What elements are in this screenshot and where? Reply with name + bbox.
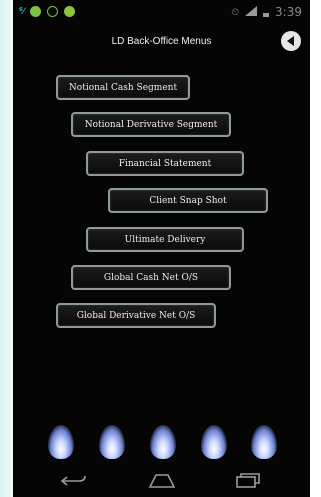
battery-icon [263,13,270,17]
home-nav-icon[interactable] [148,472,176,492]
back-nav-icon[interactable] [60,472,87,492]
phone-screen: ⁶⁄ ⏲ 3:39 LD Back-Office Menus Notional … [13,0,310,497]
status-bar: ⁶⁄ ⏲ 3:39 [13,0,310,26]
menu-item-label: Financial Statement [118,158,212,169]
flame-icon [201,425,227,459]
menu-item-label: Global Derivative Net O/S [76,310,196,321]
menu-notional-derivative-segment-button[interactable]: Notional Derivative Segment [71,112,231,137]
app-icon [64,6,76,17]
flame-icon [99,425,125,459]
decorative-flames [13,425,310,465]
recent-apps-nav-icon[interactable] [235,472,261,492]
notification-icons: ⁶⁄ [19,6,76,17]
cell-signal-icon [245,5,258,19]
menu-client-snap-shot-button[interactable]: Client Snap Shot [108,188,268,213]
flame-icon [150,425,176,459]
flame-icon [251,425,277,459]
navigation-bar [13,466,310,497]
menu-financial-statement-button[interactable]: Financial Statement [86,151,244,176]
menu-item-label: Notional Derivative Segment [84,119,218,130]
menu-ultimate-delivery-button[interactable]: Ultimate Delivery [86,227,244,252]
flame-icon [48,425,74,459]
menu-item-label: Client Snap Shot [149,195,227,206]
back-button[interactable] [281,31,301,51]
clock: 3:39 [275,5,302,19]
alarm-icon: ⏲ [231,6,240,18]
back-arrow-icon [287,36,294,46]
system-icons: ⏲ 3:39 [231,5,302,19]
signal-bars-icon: ⁶⁄ [19,6,25,17]
menu-notional-cash-segment-button[interactable]: Notional Cash Segment [56,75,190,100]
whatsapp-icon [47,6,59,17]
app-icon [30,6,42,17]
page-title: LD Back-Office Menus [111,36,212,47]
menu-global-derivative-net-os-button[interactable]: Global Derivative Net O/S [56,303,216,328]
menu-global-cash-net-os-button[interactable]: Global Cash Net O/S [71,265,231,290]
menu-item-label: Ultimate Delivery [124,234,206,245]
menu-item-label: Notional Cash Segment [68,82,178,93]
menu-item-label: Global Cash Net O/S [103,272,199,283]
